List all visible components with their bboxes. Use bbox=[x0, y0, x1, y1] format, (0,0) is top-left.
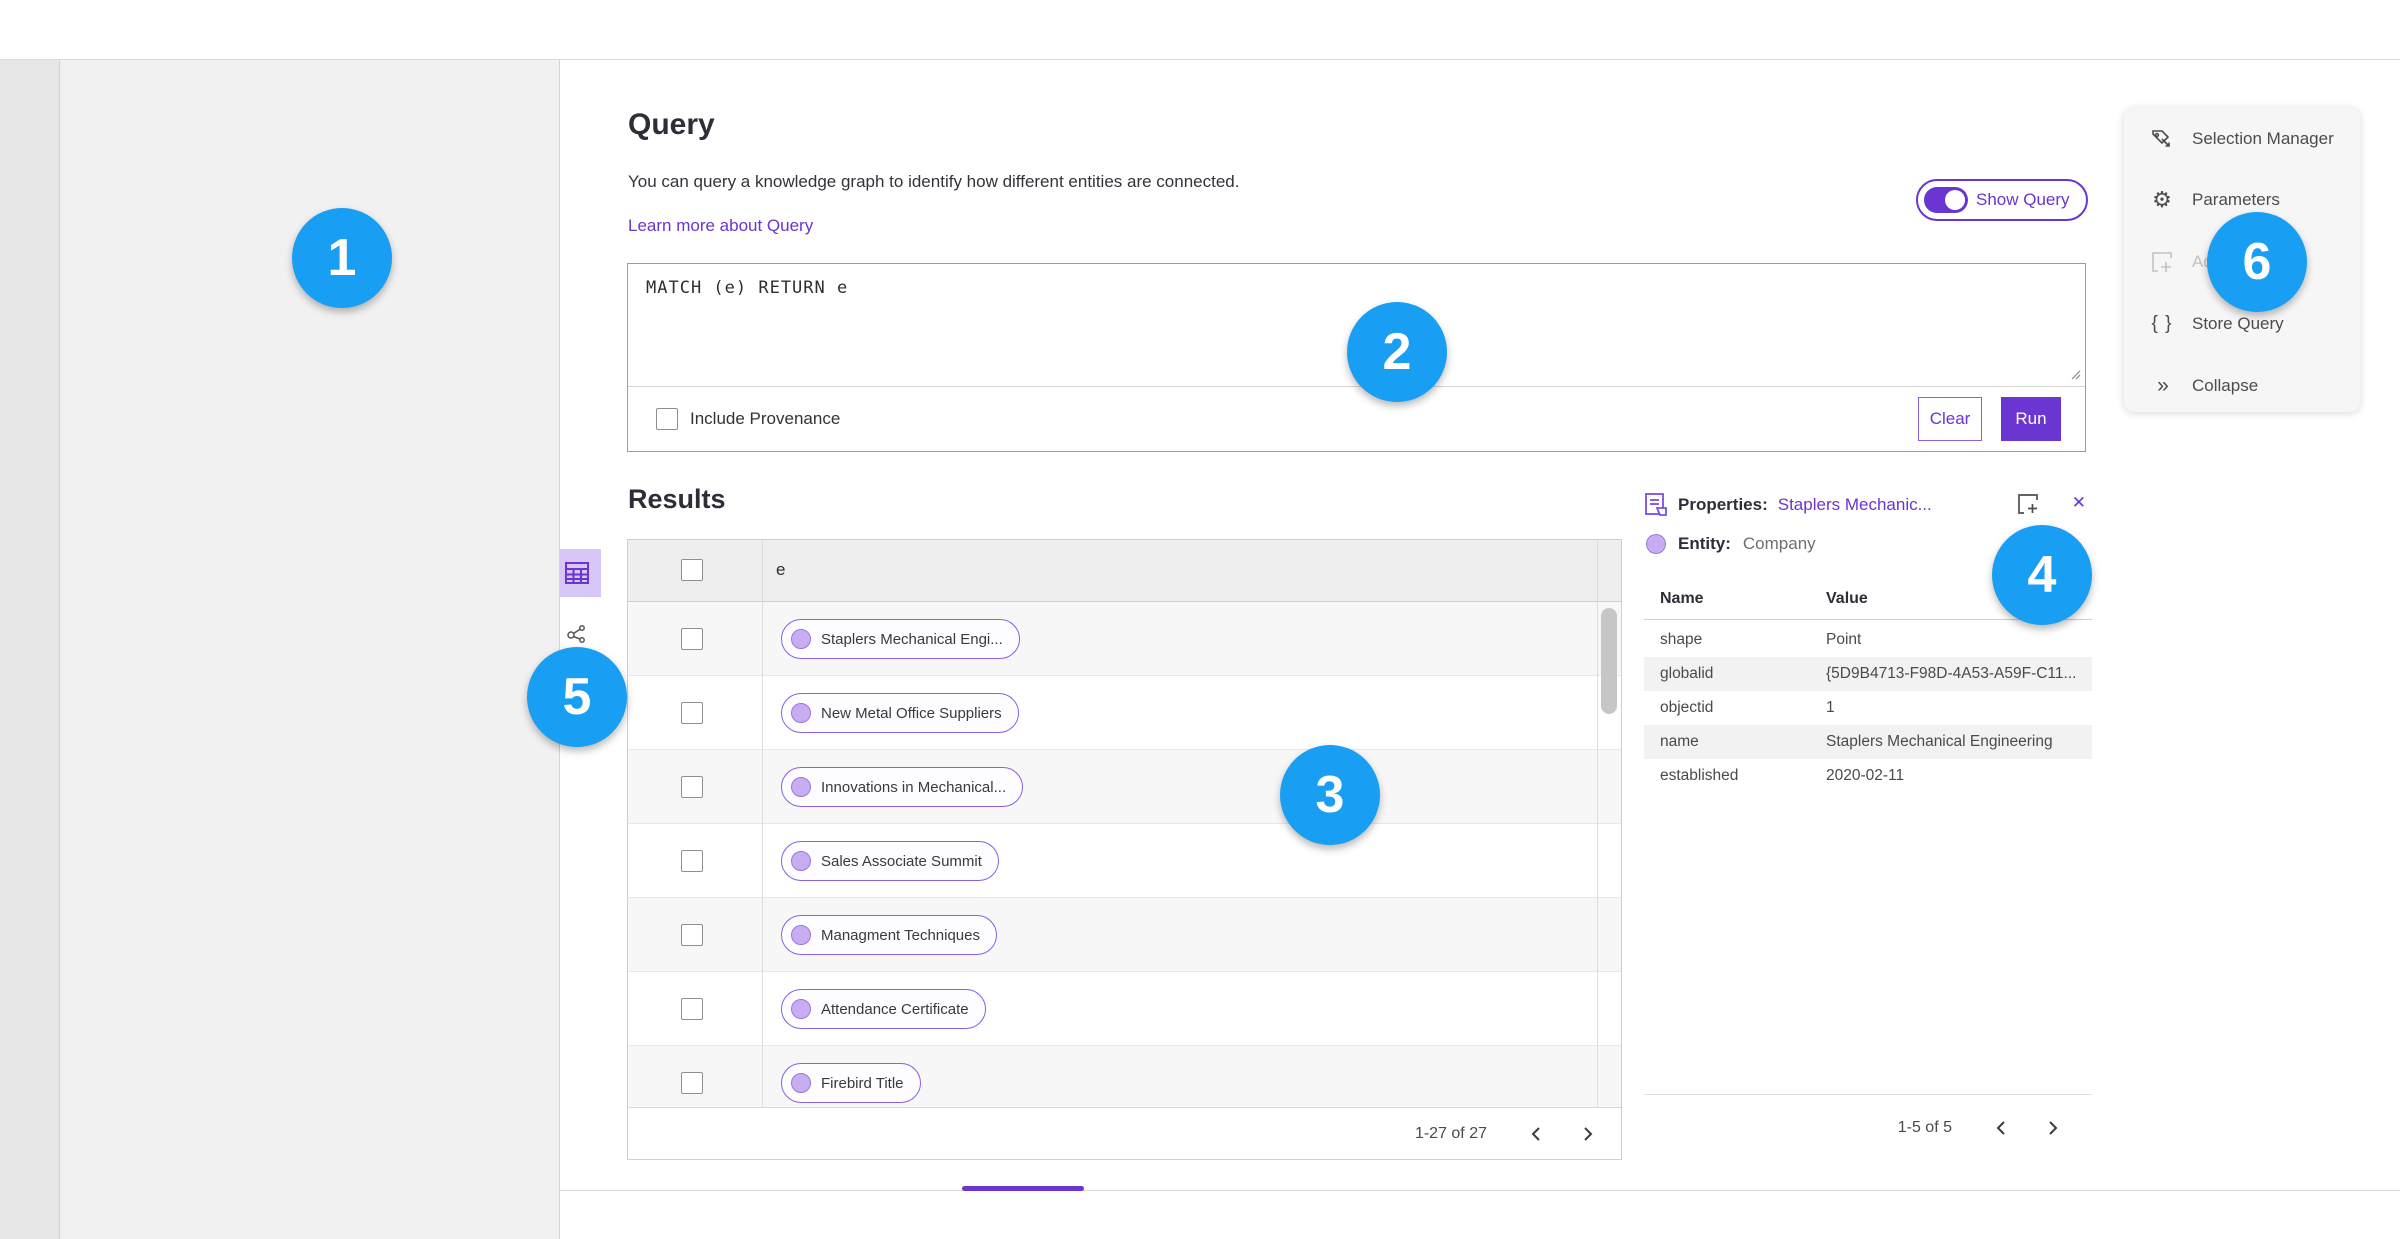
include-provenance-label: Include Provenance bbox=[690, 409, 841, 428]
entity-pill[interactable]: Staplers Mechanical Engi... bbox=[781, 619, 1020, 659]
entity-pill[interactable]: Firebird Title bbox=[781, 1063, 921, 1103]
include-provenance-checkbox[interactable] bbox=[656, 408, 678, 430]
entity-value: Company bbox=[1742, 534, 1816, 553]
row-checkbox[interactable] bbox=[681, 628, 703, 650]
add-to-selection-icon[interactable] bbox=[2016, 492, 2040, 516]
gear-icon: ⚙ bbox=[2152, 187, 2172, 212]
property-row: objectid 1 bbox=[1660, 699, 1835, 716]
row-checkbox[interactable] bbox=[681, 776, 703, 798]
bottom-tab-bar bbox=[560, 1190, 2400, 1239]
entity-type-icon bbox=[1646, 534, 1666, 554]
results-page-label: 1-27 of 27 bbox=[1414, 1124, 1487, 1142]
menu-item-collapse[interactable]: » Collapse bbox=[2124, 365, 2360, 407]
scrollbar-track bbox=[1597, 540, 1598, 1107]
entity-pill[interactable]: New Metal Office Suppliers bbox=[781, 693, 1019, 733]
left-rail bbox=[0, 60, 60, 1239]
results-table-header: e bbox=[628, 540, 1621, 602]
show-query-label: Show Query bbox=[1976, 190, 2070, 209]
app-header bbox=[0, 0, 2400, 60]
add-icon bbox=[2150, 250, 2174, 274]
knowledge-studio-app: Knowledge Studio Project ? KS Knowledge … bbox=[0, 0, 2400, 1239]
query-description: You can query a knowledge graph to ident… bbox=[628, 172, 1240, 191]
column-divider bbox=[762, 540, 763, 1107]
prev-page-button[interactable] bbox=[1517, 1115, 1555, 1153]
table-row: Sales Associate Summit bbox=[628, 824, 1621, 898]
properties-page-label: 1-5 of 5 bbox=[1897, 1119, 1952, 1136]
next-page-button[interactable] bbox=[2034, 1109, 2072, 1147]
entity-row: Entity: Company bbox=[1646, 534, 1816, 554]
annotation-badge-4: 4 bbox=[1992, 525, 2092, 625]
entity-pill[interactable]: Managment Techniques bbox=[781, 915, 997, 955]
entity-pill[interactable]: Sales Associate Summit bbox=[781, 841, 999, 881]
editor-divider bbox=[628, 386, 2085, 387]
entity-circle-icon bbox=[791, 925, 811, 945]
clear-button[interactable]: Clear bbox=[1918, 397, 1982, 441]
active-tab-indicator bbox=[962, 1186, 1084, 1191]
row-checkbox[interactable] bbox=[681, 1072, 703, 1094]
run-button[interactable]: Run bbox=[2001, 397, 2061, 441]
results-rows: Staplers Mechanical Engi... New Metal Of… bbox=[628, 602, 1621, 1107]
menu-item-selection-manager[interactable]: Selection Manager bbox=[2124, 118, 2360, 160]
entity-circle-icon bbox=[791, 703, 811, 723]
annotation-badge-3: 3 bbox=[1280, 745, 1380, 845]
property-row: shape Point bbox=[1660, 631, 1862, 648]
entity-circle-icon bbox=[791, 629, 811, 649]
table-row: Innovations in Mechanical... bbox=[628, 750, 1621, 824]
property-row: name Staplers Mechanical Engineering bbox=[1644, 725, 2092, 759]
collapse-icon: » bbox=[2157, 374, 2169, 397]
properties-footer-divider bbox=[1644, 1094, 2092, 1095]
learn-more-link[interactable]: Learn more about Query bbox=[628, 216, 813, 236]
entity-circle-icon bbox=[791, 999, 811, 1019]
table-view-button[interactable] bbox=[553, 549, 601, 597]
annotation-badge-6: 6 bbox=[2207, 212, 2307, 312]
entity-circle-icon bbox=[791, 851, 811, 871]
include-provenance-row: Include Provenance bbox=[656, 396, 840, 442]
entity-label: Entity: bbox=[1678, 534, 1731, 553]
row-checkbox[interactable] bbox=[681, 702, 703, 724]
annotation-badge-2: 2 bbox=[1347, 302, 1447, 402]
entity-pill[interactable]: Attendance Certificate bbox=[781, 989, 986, 1029]
query-text[interactable]: MATCH (e) RETURN e bbox=[646, 278, 848, 298]
results-table: e Staplers Mechanical Engi... New Metal … bbox=[627, 539, 1622, 1160]
table-row: New Metal Office Suppliers bbox=[628, 676, 1621, 750]
table-row: Staplers Mechanical Engi... bbox=[628, 602, 1621, 676]
entity-circle-icon bbox=[791, 1073, 811, 1093]
show-query-toggle[interactable]: Show Query bbox=[1916, 179, 2088, 221]
entity-circle-icon bbox=[791, 777, 811, 797]
properties-header: Properties: Staplers Mechanic... ✕ bbox=[1644, 490, 2092, 520]
properties-entity-link[interactable]: Staplers Mechanic... bbox=[1778, 495, 1932, 515]
selection-manager-icon bbox=[2150, 127, 2174, 151]
column-value: Value bbox=[1826, 590, 1868, 607]
annotation-badge-5: 5 bbox=[527, 647, 627, 747]
select-all-checkbox[interactable] bbox=[681, 559, 703, 581]
close-properties-button[interactable]: ✕ bbox=[2072, 493, 2086, 513]
row-checkbox[interactable] bbox=[681, 998, 703, 1020]
column-name: Name bbox=[1660, 590, 1704, 607]
properties-label: Properties: bbox=[1678, 495, 1768, 514]
query-heading: Query bbox=[628, 108, 715, 141]
table-row: Attendance Certificate bbox=[628, 972, 1621, 1046]
table-row: Firebird Title bbox=[628, 1046, 1621, 1107]
entity-pill[interactable]: Innovations in Mechanical... bbox=[781, 767, 1024, 807]
row-checkbox[interactable] bbox=[681, 850, 703, 872]
column-header-e: e bbox=[776, 560, 786, 579]
prev-page-button[interactable] bbox=[1982, 1109, 2020, 1147]
results-heading: Results bbox=[628, 484, 726, 514]
scrollbar-thumb[interactable] bbox=[1601, 608, 1617, 714]
property-row: globalid {5D9B4713-F98D-4A53-A59F-C11... bbox=[1644, 657, 2092, 691]
resize-handle[interactable] bbox=[2069, 368, 2081, 380]
row-checkbox[interactable] bbox=[681, 924, 703, 946]
annotation-badge-1: 1 bbox=[292, 208, 392, 308]
next-page-button[interactable] bbox=[1569, 1115, 1607, 1153]
graph-icon bbox=[566, 623, 588, 645]
toggle-track bbox=[1924, 187, 1968, 213]
toggle-knob bbox=[1945, 190, 1965, 210]
properties-icon bbox=[1644, 492, 1668, 518]
braces-icon: { } bbox=[2151, 313, 2173, 334]
table-row: Managment Techniques bbox=[628, 898, 1621, 972]
results-pagination: 1-27 of 27 bbox=[628, 1107, 1621, 1159]
table-icon bbox=[564, 560, 590, 586]
properties-pagination: 1-5 of 5 bbox=[1644, 1102, 2092, 1154]
property-row: established 2020-02-11 bbox=[1660, 767, 1905, 784]
